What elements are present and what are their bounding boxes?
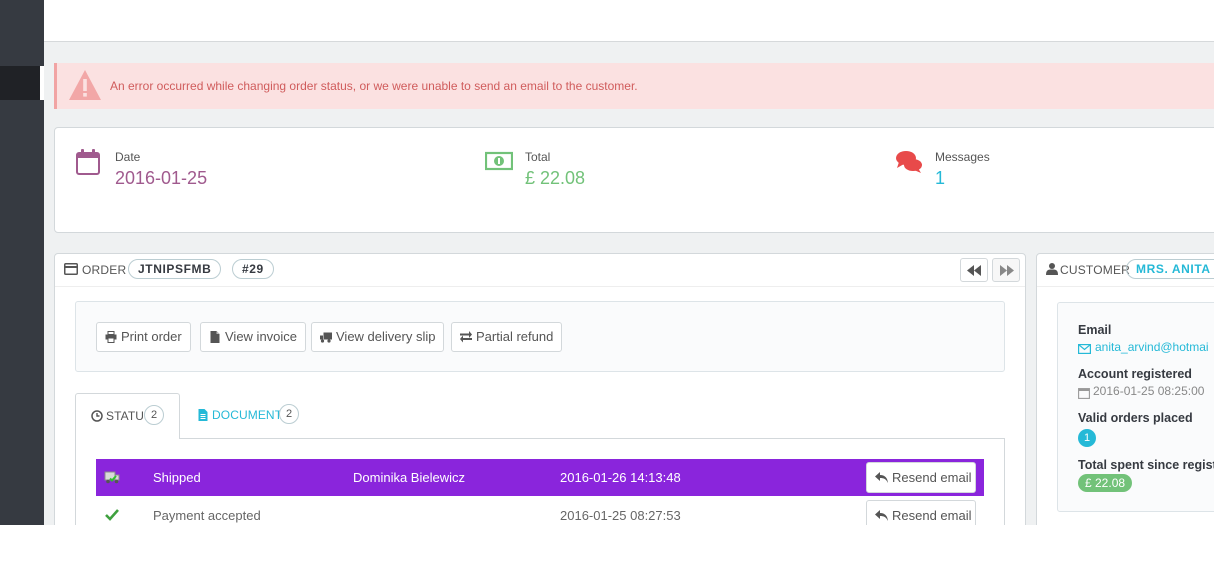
customer-panel-header: CUSTOMER MRS. ANITA RA: [1037, 254, 1214, 287]
error-alert: An error occurred while changing order s…: [54, 63, 1214, 109]
sidebar-active-indicator: [40, 66, 44, 100]
order-summary-panel: Date 2016-01-25 Total £ 22.08 Messages 1: [54, 127, 1214, 233]
tab-documents-count: 2: [279, 404, 299, 424]
page-header: [44, 0, 1214, 42]
kpi-messages-value[interactable]: 1: [935, 168, 945, 189]
file-text-icon: [198, 409, 208, 421]
history-date: 2016-01-26 14:13:48: [560, 470, 681, 485]
kpi-messages-label: Messages: [935, 150, 990, 164]
reply-icon: [875, 472, 888, 483]
sidebar: [0, 0, 44, 525]
alert-message: An error occurred while changing order s…: [110, 79, 638, 93]
table-row: Shipped Dominika Bielewicz 2016-01-26 14…: [96, 459, 984, 496]
order-tabs: STATUS 2 DOCUMENTS 2: [75, 393, 1005, 438]
customer-details: Email anita_arvind@hotmai Account regist…: [1057, 302, 1214, 512]
previous-order-button[interactable]: [960, 258, 988, 282]
kpi-date-label: Date: [115, 150, 141, 164]
customer-panel: CUSTOMER MRS. ANITA RA Email anita_arvin…: [1036, 253, 1214, 525]
file-icon: [210, 331, 220, 343]
tab-status[interactable]: STATUS 2: [75, 393, 180, 438]
history-date: 2016-01-25 08:27:53: [560, 508, 681, 523]
partial-refund-label: Partial refund: [476, 329, 554, 344]
print-order-button[interactable]: Print order: [96, 322, 191, 352]
comments-icon: [896, 151, 922, 173]
order-heading: ORDER: [82, 263, 127, 277]
resend-email-button[interactable]: Resend email: [866, 462, 976, 493]
kpi-total-label: Total: [525, 150, 551, 164]
history-employee: Dominika Bielewicz: [353, 470, 465, 485]
exchange-icon: [460, 331, 472, 343]
customer-name-link[interactable]: MRS. ANITA RA: [1126, 259, 1214, 279]
history-status: Payment accepted: [153, 508, 261, 523]
viewport: An error occurred while changing order s…: [0, 0, 1214, 578]
credit-card-icon: [64, 263, 78, 275]
sidebar-active-item[interactable]: [0, 66, 44, 100]
truck-status-icon: [104, 471, 120, 484]
table-row: Payment accepted 2016-01-25 08:27:53 Res…: [96, 497, 984, 525]
money-icon: [485, 151, 513, 171]
print-icon: [105, 331, 117, 343]
registered-label: Account registered: [1078, 367, 1192, 381]
email-label: Email: [1078, 323, 1112, 337]
order-number: #29: [232, 259, 274, 279]
view-invoice-button[interactable]: View invoice: [200, 322, 307, 352]
view-delivery-slip-button[interactable]: View delivery slip: [311, 322, 445, 352]
orders-label: Valid orders placed: [1078, 411, 1193, 425]
resend-email-label: Resend email: [892, 470, 972, 485]
order-panel: ORDER JTNIPSFMB #29 Print order View inv…: [54, 253, 1026, 525]
backward-icon: [967, 265, 981, 276]
partial-refund-button[interactable]: Partial refund: [451, 322, 563, 352]
envelope-icon: [1078, 344, 1091, 354]
calendar-small-icon: [1078, 388, 1090, 399]
view-delivery-slip-label: View delivery slip: [336, 329, 436, 344]
calendar-icon: [76, 149, 100, 175]
spent-label: Total spent since regist: [1078, 458, 1214, 472]
print-order-label: Print order: [121, 329, 182, 344]
tab-documents[interactable]: DOCUMENTS 2: [187, 393, 307, 438]
next-order-button[interactable]: [992, 258, 1020, 282]
customer-heading: CUSTOMER: [1060, 263, 1131, 277]
kpi-total-value: £ 22.08: [525, 168, 586, 188]
history-status: Shipped: [153, 470, 201, 485]
warning-icon: [69, 70, 101, 100]
reply-icon: [875, 510, 888, 521]
user-icon: [1046, 263, 1058, 275]
order-panel-header: ORDER JTNIPSFMB #29: [55, 254, 1025, 287]
view-invoice-label: View invoice: [225, 329, 298, 344]
clock-icon: [91, 410, 103, 422]
kpi-date-value: 2016-01-25: [115, 168, 208, 188]
resend-email-label: Resend email: [892, 508, 972, 523]
check-icon: [105, 509, 119, 521]
customer-email-link[interactable]: anita_arvind@hotmai: [1095, 340, 1209, 354]
order-actions: Print order View invoice View delivery s…: [75, 301, 1005, 372]
order-reference: JTNIPSFMB: [128, 259, 222, 279]
registered-date: 2016-01-25 08:25:00: [1093, 384, 1205, 398]
forward-icon: [1000, 265, 1014, 276]
tab-status-count: 2: [144, 405, 164, 425]
orders-count-badge: 1: [1078, 429, 1096, 447]
truck-icon: [320, 332, 332, 343]
app-window: An error occurred while changing order s…: [0, 0, 1214, 525]
resend-email-button[interactable]: Resend email: [866, 500, 976, 525]
total-spent-badge: £ 22.08: [1078, 474, 1133, 492]
